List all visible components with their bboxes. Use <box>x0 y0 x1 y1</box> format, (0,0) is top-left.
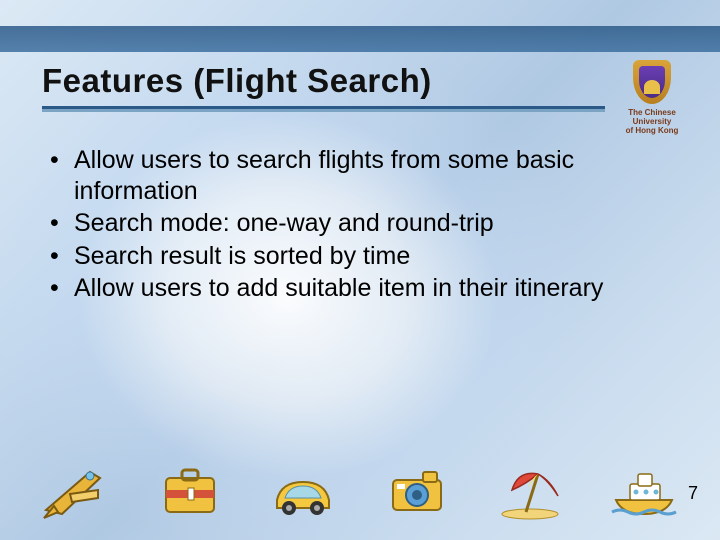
header-stripe <box>0 26 720 52</box>
bullet-list: Allow users to search flights from some … <box>46 145 660 306</box>
bullet-item: Search mode: one-way and round-trip <box>46 208 660 239</box>
airplane-icon <box>40 460 112 520</box>
slide: Features (Flight Search) The Chinese Uni… <box>0 0 720 540</box>
university-logo: The Chinese University of Hong Kong <box>610 60 694 136</box>
car-icon <box>267 460 339 520</box>
bullet-item: Allow users to add suitable item in thei… <box>46 273 660 304</box>
suitcase-icon <box>154 460 226 520</box>
page-number: 7 <box>688 483 698 504</box>
beach-umbrella-icon <box>494 460 566 520</box>
footer-icons <box>30 458 690 522</box>
title-underline <box>42 106 605 109</box>
title-block: Features (Flight Search) <box>42 62 605 109</box>
bullet-item: Search result is sorted by time <box>46 241 660 272</box>
camera-icon <box>381 460 453 520</box>
logo-text-line1: The Chinese University <box>610 108 694 126</box>
slide-title: Features (Flight Search) <box>42 62 605 106</box>
logo-text-line2: of Hong Kong <box>610 126 694 135</box>
crest-icon <box>633 60 671 104</box>
bullet-item: Allow users to search flights from some … <box>46 145 660 206</box>
ship-icon <box>608 460 680 520</box>
